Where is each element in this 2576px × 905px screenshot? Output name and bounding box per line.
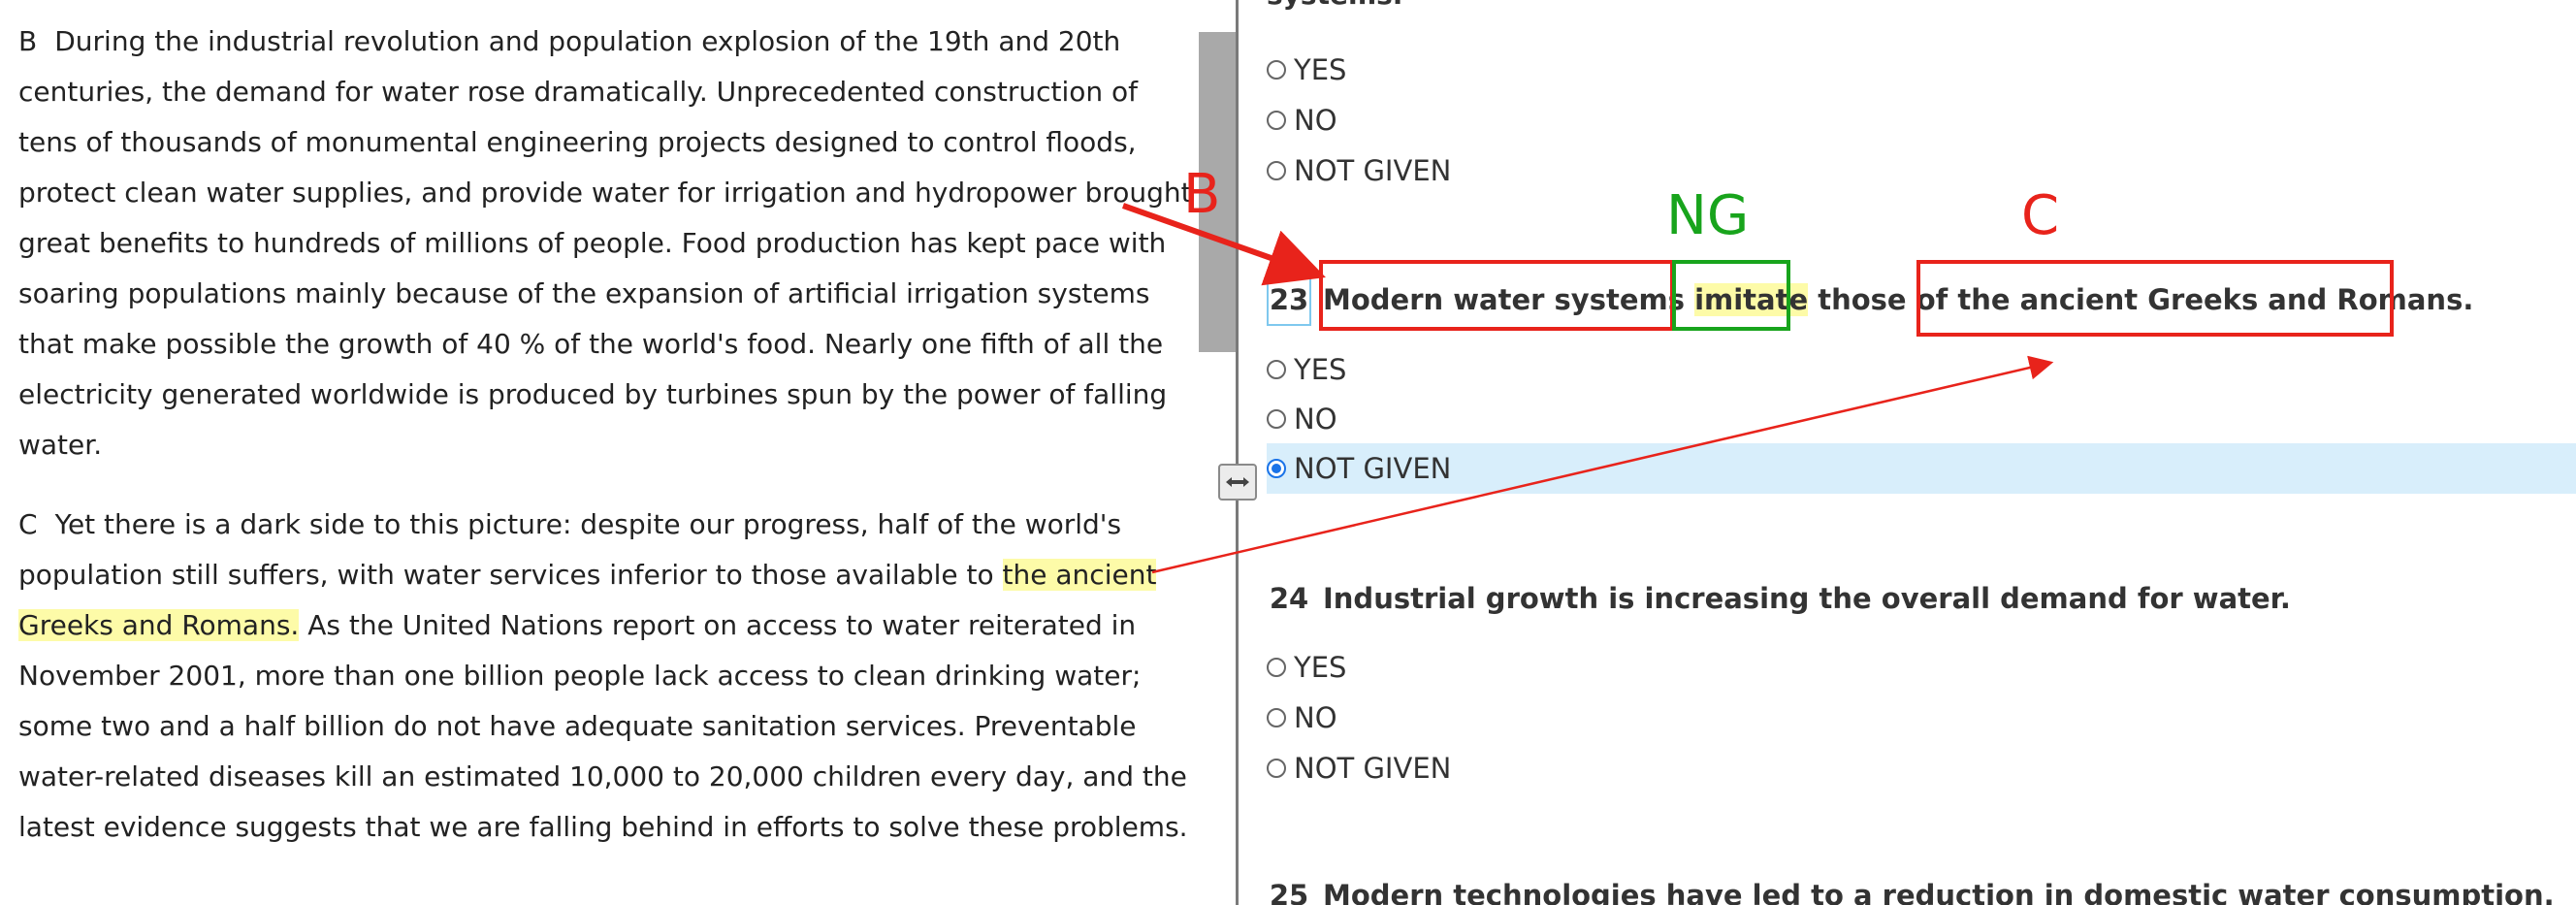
option-label: YES	[1294, 53, 1347, 86]
paragraph-c: C Yet there is a dark side to this pictur…	[18, 500, 1200, 853]
question-number[interactable]: 24	[1267, 572, 1311, 625]
previous-question-text: systems.	[1267, 0, 1402, 11]
question-statement: Modern technologies have led to a reduct…	[1323, 879, 2555, 905]
option-label: NO	[1294, 403, 1337, 436]
radio-button[interactable]	[1267, 60, 1286, 80]
radio-button-checked[interactable]	[1267, 459, 1286, 478]
reading-passage-pane: B During the industrial revolution and po…	[0, 0, 1203, 905]
question-number[interactable]: 25	[1267, 869, 1311, 905]
option-label: NOT GIVEN	[1294, 752, 1452, 785]
q24-option-yes[interactable]: YES	[1267, 642, 1346, 693]
option-label: NOT GIVEN	[1294, 452, 1452, 485]
q24-option-not-given[interactable]: NOT GIVEN	[1267, 743, 1451, 793]
annotation-label-b: B	[1183, 163, 1221, 226]
paragraph-c-text-before: Yet there is a dark side to this picture…	[18, 508, 1122, 591]
q22-option-not-given[interactable]: NOT GIVEN	[1267, 145, 1451, 196]
option-label: YES	[1294, 651, 1347, 684]
q24-option-no[interactable]: NO	[1267, 693, 1337, 743]
radio-button[interactable]	[1267, 111, 1286, 130]
paragraph-letter: C	[18, 508, 38, 540]
q22-option-yes[interactable]: YES	[1267, 45, 1346, 95]
annotation-label-c: C	[2021, 184, 2060, 247]
option-label: NOT GIVEN	[1294, 154, 1452, 187]
radio-button[interactable]	[1267, 360, 1286, 379]
q22-option-no[interactable]: NO	[1267, 95, 1337, 145]
paragraph-c-text-after: As the United Nations report on access t…	[18, 609, 1188, 843]
annotation-box-red	[1916, 260, 2394, 337]
questions-pane: systems. YES NO NOT GIVEN 23 Modern wate…	[1240, 0, 2576, 905]
option-label: NO	[1294, 104, 1337, 137]
radio-button[interactable]	[1267, 658, 1286, 677]
annotation-box-green	[1672, 260, 1790, 331]
paragraph-b-text: During the industrial revolution and pop…	[18, 25, 1192, 461]
radio-button[interactable]	[1267, 161, 1286, 180]
option-label: YES	[1294, 353, 1347, 386]
option-label: NO	[1294, 701, 1337, 734]
annotation-box-red	[1319, 260, 1674, 331]
q23-option-not-given[interactable]: NOT GIVEN	[1267, 443, 1451, 494]
radio-button[interactable]	[1267, 409, 1286, 429]
question-24: 24 Industrial growth is increasing the o…	[1267, 569, 2291, 628]
selected-answer-row	[1267, 443, 2576, 494]
pane-divider	[1236, 0, 1239, 905]
radio-button[interactable]	[1267, 708, 1286, 727]
question-number[interactable]: 23	[1267, 274, 1311, 326]
q23-option-no[interactable]: NO	[1267, 394, 1337, 444]
question-25: 25 Modern technologies have led to a red…	[1267, 866, 2555, 905]
paragraph-letter: B	[18, 25, 38, 57]
q23-option-yes[interactable]: YES	[1267, 344, 1346, 395]
annotation-label-ng: NG	[1666, 184, 1750, 247]
paragraph-b: B During the industrial revolution and po…	[18, 16, 1200, 470]
radio-button[interactable]	[1267, 759, 1286, 778]
question-statement: Industrial growth is increasing the over…	[1323, 582, 2291, 615]
